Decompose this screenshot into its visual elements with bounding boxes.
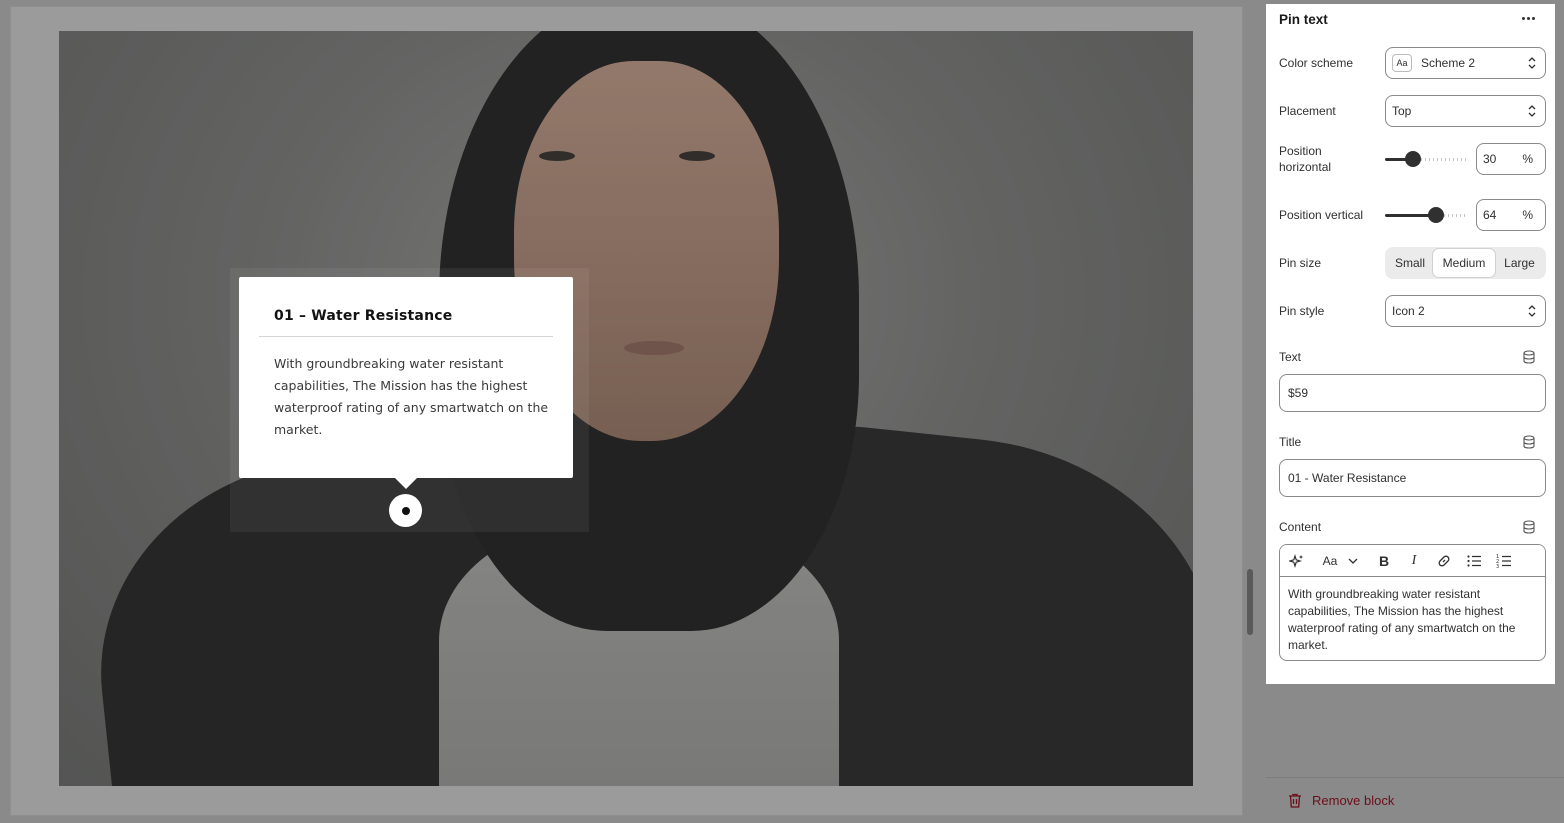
hotspot-pin[interactable] [389, 494, 422, 527]
slider-handle[interactable] [1428, 207, 1444, 223]
chevron-down-icon[interactable] [1348, 553, 1358, 569]
more-dot-icon [1526, 16, 1530, 20]
percent-unit: % [1522, 208, 1533, 222]
pin-dot-icon [401, 506, 410, 515]
remove-block-label: Remove block [1312, 793, 1395, 808]
position-horizontal-label: Position horizontal [1279, 143, 1331, 175]
text-input[interactable]: $59 [1279, 374, 1546, 412]
panel-title: Pin text [1279, 12, 1328, 27]
color-scheme-select[interactable]: Aa Scheme 2 [1385, 47, 1546, 79]
position-horizontal-label-line1: Position [1279, 144, 1322, 158]
pin-size-label: Pin size [1279, 256, 1322, 270]
chevron-updown-icon [1528, 57, 1536, 69]
font-style-button[interactable]: Aa [1321, 553, 1339, 569]
pin-style-label: Pin style [1279, 304, 1325, 318]
chevron-updown-icon [1528, 105, 1536, 117]
position-vertical-value: 64 [1483, 208, 1497, 222]
pin-style-select[interactable]: Icon 2 [1385, 295, 1546, 327]
position-horizontal-value: 30 [1483, 152, 1497, 166]
content-rich-text-editor: Aa B I 1 2 3 With groundbreaking water r… [1279, 544, 1546, 661]
dynamic-source-icon[interactable] [1522, 520, 1536, 534]
placement-label: Placement [1279, 104, 1336, 118]
slider-track [1444, 214, 1468, 217]
svg-text:3: 3 [1496, 564, 1499, 569]
title-label: Title [1279, 435, 1302, 449]
chevron-updown-icon [1528, 305, 1536, 317]
slider-track [1421, 158, 1468, 161]
link-icon[interactable] [1436, 553, 1452, 569]
content-editor-body[interactable]: With groundbreaking water resistant capa… [1280, 577, 1545, 660]
bulleted-list-icon[interactable] [1466, 553, 1482, 569]
remove-block-button[interactable]: Remove block [1288, 793, 1394, 808]
pin-size-segmented: Small Medium Large [1385, 247, 1546, 279]
percent-unit: % [1522, 152, 1533, 166]
position-vertical-input[interactable]: 64 % [1476, 199, 1546, 231]
position-vertical-label: Position vertical [1279, 208, 1364, 222]
position-vertical-slider[interactable] [1385, 207, 1468, 223]
dynamic-source-icon[interactable] [1522, 435, 1536, 449]
more-options-button[interactable] [1518, 10, 1538, 26]
title-input[interactable]: 01 - Water Resistance [1279, 459, 1546, 497]
more-dot-icon [1531, 16, 1535, 20]
preview-scrollbar-thumb[interactable] [1247, 569, 1253, 635]
tooltip-divider [259, 336, 553, 337]
position-horizontal-input[interactable]: 30 % [1476, 143, 1546, 175]
trash-icon [1289, 793, 1301, 808]
italic-icon[interactable]: I [1408, 553, 1420, 569]
pin-size-medium-button[interactable]: Medium [1433, 249, 1495, 277]
pin-style-value: Icon 2 [1392, 304, 1425, 318]
tooltip-body: With groundbreaking water resistant capa… [274, 356, 549, 437]
pin-tooltip: 01 – Water Resistance With groundbreakin… [239, 277, 573, 489]
slider-handle[interactable] [1405, 151, 1421, 167]
color-scheme-value: Scheme 2 [1421, 56, 1476, 70]
content-label: Content [1279, 520, 1322, 534]
panel-footer: Remove block [1266, 777, 1564, 823]
position-horizontal-slider[interactable] [1385, 151, 1468, 167]
placement-select[interactable]: Top [1385, 95, 1546, 127]
tooltip-title: 01 – Water Resistance [274, 308, 453, 324]
scheme-preview-icon: Aa [1392, 54, 1412, 72]
text-label: Text [1279, 350, 1302, 364]
more-dot-icon [1521, 16, 1525, 20]
preview-scrollbar[interactable] [1246, 6, 1254, 816]
pin-size-large-button[interactable]: Large [1495, 249, 1544, 277]
rte-toolbar: Aa B I 1 2 3 [1280, 545, 1545, 577]
position-horizontal-label-line2: horizontal [1279, 160, 1332, 174]
pin-size-small-button[interactable]: Small [1387, 249, 1433, 277]
numbered-list-icon[interactable]: 1 2 3 [1496, 553, 1512, 569]
settings-panel: Pin text Color scheme Aa Scheme 2 Placem… [1266, 4, 1555, 684]
placement-value: Top [1392, 104, 1412, 118]
dynamic-source-icon[interactable] [1522, 350, 1536, 364]
bold-icon[interactable]: B [1377, 553, 1391, 569]
ai-sparkle-icon[interactable] [1289, 553, 1305, 569]
color-scheme-label: Color scheme [1279, 56, 1354, 70]
